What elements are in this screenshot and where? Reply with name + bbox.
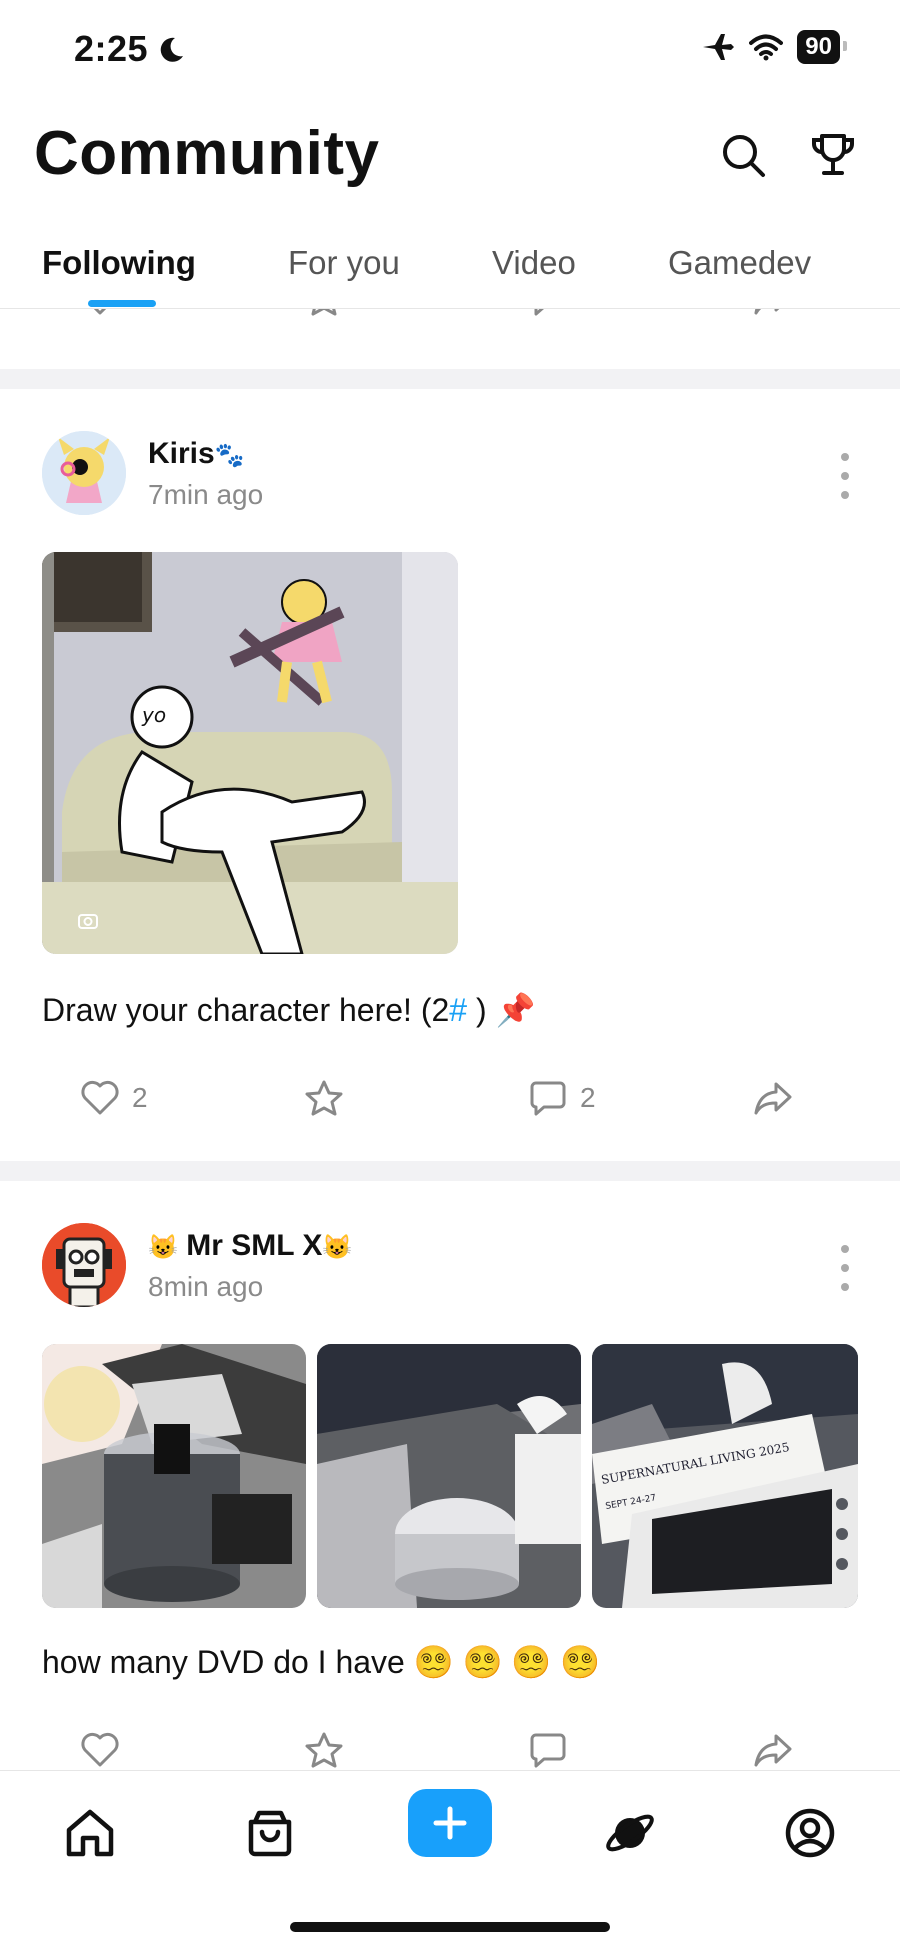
post-time: 7min ago [148,479,264,510]
nav-profile[interactable] [770,1793,850,1873]
search-icon [723,135,765,177]
post-text: how many DVD do I have 😵‍💫 😵‍💫 😵‍💫 😵‍💫 [42,1644,600,1680]
share-button[interactable] [752,309,794,317]
like-button[interactable]: 2 [80,1079,148,1117]
tab-gamedev[interactable]: Gamedev [668,244,811,282]
star-icon [305,1732,343,1768]
plus-icon [433,1806,467,1840]
wifi-icon [749,34,784,61]
like-button[interactable] [80,1731,120,1769]
star-icon [305,1080,343,1116]
comment-button[interactable] [528,1731,568,1769]
profile-icon [785,1808,835,1858]
tab-for-you[interactable]: For you [288,244,400,282]
more-options-button[interactable] [835,453,855,499]
airplane-icon [703,34,735,60]
planet-icon [606,1814,654,1852]
avatar[interactable] [42,1223,126,1307]
favorite-button[interactable] [304,1731,344,1769]
create-post-button[interactable] [408,1789,492,1857]
hashtag-link[interactable]: # [449,992,467,1028]
avatar-robot-image [42,1223,126,1307]
like-count: 2 [132,1082,148,1113]
comment-button[interactable]: 2 [528,1079,596,1117]
battery-indicator: 90 [797,30,847,64]
heart-icon [81,1732,119,1767]
drawing-on-couch-photo: yo [42,552,458,954]
share-icon [754,1734,792,1767]
favorite-button[interactable] [304,309,344,317]
dot [841,1245,849,1253]
dot [841,1283,849,1291]
post-image[interactable]: yo [42,552,458,954]
dot [841,453,849,461]
comment-icon [534,309,544,316]
dvd-stack-photo [317,1344,581,1608]
drawing-text: yo [141,703,166,727]
heart-icon [81,1080,119,1115]
feed[interactable]: 2 Kiris🐾 7min ago [0,309,900,1770]
dot [841,1264,849,1272]
trophy-icon [812,134,854,175]
moon-icon [160,37,183,62]
dot [841,491,849,499]
search-button[interactable] [716,128,770,182]
comment-count: 2 [580,309,596,314]
shopping-bag-icon [248,1810,292,1857]
tab-video[interactable]: Video [492,244,576,282]
share-icon [754,309,780,315]
post-author[interactable]: Kiris🐾 [148,437,245,471]
tab-active-indicator [88,300,156,307]
comment-icon [530,1733,566,1768]
home-icon [66,1809,114,1857]
nav-shop[interactable] [230,1793,310,1873]
home-indicator [290,1922,610,1932]
post-card: 😺 Mr SML X😺 8min ago SUPERNATURAL LIVING… [0,1181,900,1770]
more-options-button[interactable] [835,1245,855,1291]
post-image[interactable] [42,1344,306,1608]
status-time: 2:25 [74,28,185,70]
camera-icon [78,914,98,929]
post-time: 8min ago [148,1271,264,1302]
event-card-dvds-photo: SUPERNATURAL LIVING 2025 SEPT 24-27 [592,1344,858,1608]
like-button[interactable] [80,309,120,317]
nav-explore[interactable] [590,1793,670,1873]
status-indicators: 90 [701,30,847,64]
dvd-spindle-photo [42,1344,306,1608]
comment-button[interactable]: 2 [528,309,596,317]
tab-following[interactable]: Following [42,244,196,282]
avatar[interactable] [42,431,126,515]
leaderboard-button[interactable] [806,128,860,182]
dot [841,472,849,480]
heart-icon [93,309,107,315]
post-divider [0,369,900,389]
prev-post-actions: 2 [0,309,900,329]
share-button[interactable] [752,1079,794,1117]
favorite-button[interactable] [304,1079,344,1117]
tab-bar: Following For you Video Gamedev [0,236,900,309]
post-image[interactable] [317,1344,581,1608]
post-author[interactable]: 😺 Mr SML X😺 [148,1229,352,1263]
star-icon [311,309,337,316]
post-divider [0,1161,900,1181]
post-text: Draw your character here! (2# ) 📌 [42,992,536,1028]
avatar-character-image [42,431,126,515]
comment-count: 2 [580,1082,596,1113]
nav-home[interactable] [50,1793,130,1873]
post-image[interactable]: SUPERNATURAL LIVING 2025 SEPT 24-27 [592,1344,858,1608]
post-card: Kiris🐾 7min ago yo Draw your character h… [0,389,900,1165]
share-icon [754,1082,792,1115]
page-title: Community [34,119,380,188]
share-button[interactable] [752,1731,794,1769]
comment-icon [530,1081,566,1116]
